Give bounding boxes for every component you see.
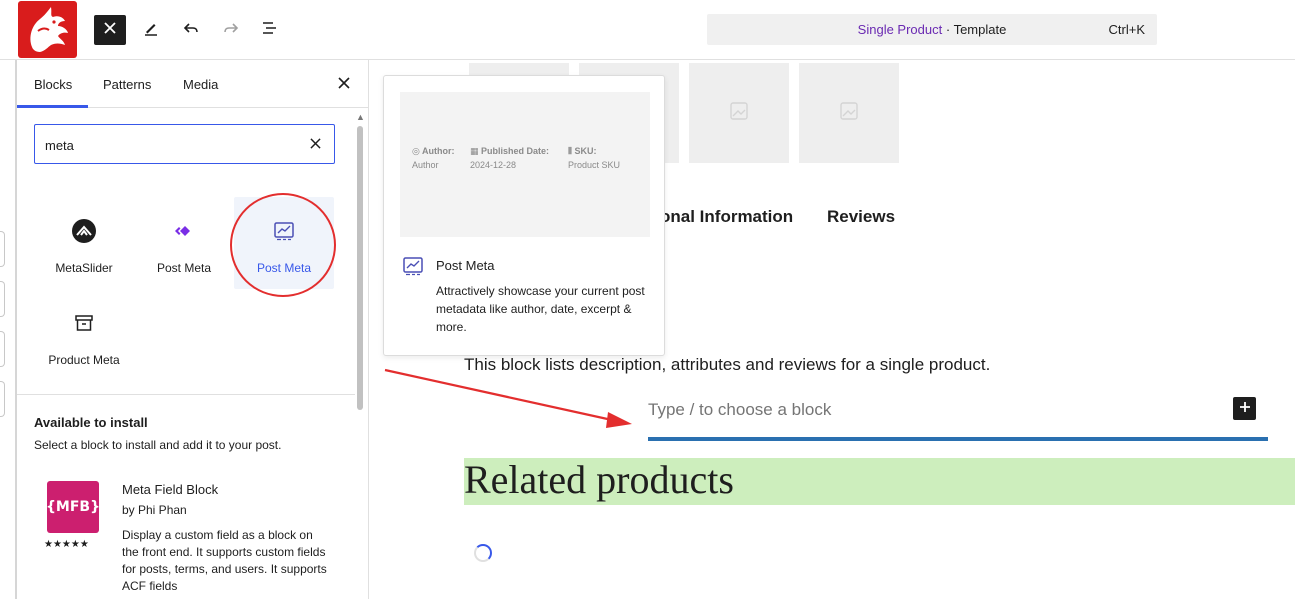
block-result-metaslider[interactable]: MetaSlider [34, 197, 134, 289]
search-input[interactable] [45, 136, 285, 154]
editor-header: Single Product · Template Ctrl+K [0, 0, 1295, 60]
edge-handle[interactable] [0, 231, 5, 267]
redo-button[interactable] [216, 15, 246, 45]
image-placeholder-icon [729, 101, 749, 126]
block-result-label: Product Meta [48, 353, 120, 367]
command-palette-button[interactable]: Single Product · Template Ctrl+K [707, 14, 1157, 45]
title-separator: · [942, 22, 954, 37]
tab-patterns[interactable]: Patterns [103, 77, 151, 92]
close-icon [309, 136, 321, 154]
install-section-subtitle: Select a block to install and add it to … [34, 438, 282, 452]
preview-meta-date: ▦ Published Date: 2024-12-28 [470, 146, 550, 170]
close-inserter-button[interactable] [94, 15, 126, 45]
related-products-heading: Related products [464, 457, 734, 502]
block-result-label: MetaSlider [55, 261, 113, 275]
block-result-label: Post Meta [156, 261, 212, 275]
block-search [34, 124, 335, 164]
clear-search-button[interactable] [304, 134, 326, 156]
block-appender[interactable]: Type / to choose a block [648, 392, 1268, 442]
plus-icon [1239, 400, 1251, 418]
product-gallery-thumbnail[interactable] [689, 63, 789, 163]
pencil-icon [142, 19, 160, 42]
edge-handle[interactable] [0, 381, 5, 417]
plugin-rating-stars: ★★★★★ [44, 539, 89, 550]
calendar-icon: ▦ [470, 146, 482, 156]
appender-focus-line [648, 437, 1268, 441]
command-shortcut: Ctrl+K [1108, 22, 1145, 37]
appender-placeholder[interactable]: Type / to choose a block [648, 400, 831, 420]
loading-spinner-icon [474, 544, 492, 562]
edge-handle[interactable] [0, 281, 5, 317]
install-section-title: Available to install [34, 415, 148, 430]
plugin-description: Display a custom field as a block on the… [122, 528, 327, 593]
product-details-description: This block lists description, attributes… [464, 355, 991, 374]
plugin-name[interactable]: Meta Field Block [122, 482, 218, 497]
preview-block-title: Post Meta [436, 258, 495, 273]
block-inserter-panel: Blocks Patterns Media ▲ MetaSlider Post [17, 60, 369, 599]
preview-meta-author: ◎ Author: Author [412, 146, 455, 170]
undo-icon [182, 19, 200, 42]
tab-blocks[interactable]: Blocks [34, 77, 72, 92]
redo-icon [222, 19, 240, 42]
plugin-author: by Phi Phan [122, 503, 187, 517]
product-tab-additional-information[interactable]: onal Information [660, 207, 793, 227]
tools-button[interactable] [136, 15, 166, 45]
post-meta-chart-icon [402, 256, 423, 276]
site-logo-dragon-icon[interactable] [18, 1, 77, 58]
section-divider [17, 394, 355, 395]
metaslider-icon [72, 219, 96, 243]
edge-handle[interactable] [0, 331, 5, 367]
tab-media[interactable]: Media [183, 77, 218, 92]
inserter-tabs: Blocks Patterns Media [17, 60, 368, 108]
user-icon: ◎ [412, 146, 423, 156]
annotation-circle [230, 193, 336, 297]
block-preview-thumbnail: ◎ Author: Author ▦ Published Date: 2024-… [400, 92, 650, 237]
undo-button[interactable] [176, 15, 206, 45]
scrollbar-thumb[interactable] [357, 126, 363, 410]
close-icon [338, 76, 350, 94]
close-panel-button[interactable] [333, 74, 355, 96]
meta-field-block-plugin-icon[interactable]: {MFB} [46, 481, 100, 533]
product-tab-reviews[interactable]: Reviews [827, 207, 895, 227]
image-placeholder-icon [839, 101, 859, 126]
template-type: Single Product [857, 22, 943, 37]
post-meta-diamond-icon [172, 219, 196, 243]
list-view-icon [261, 19, 279, 42]
block-preview-popover: ◎ Author: Author ▦ Published Date: 2024-… [383, 75, 665, 356]
product-gallery-thumbnail[interactable] [799, 63, 899, 163]
scroll-up-arrow-icon[interactable]: ▲ [356, 112, 365, 122]
preview-block-description: Attractively showcase your current post … [436, 284, 645, 334]
preview-meta-sku: ⦀ SKU: Product SKU [568, 146, 621, 170]
list-view-button[interactable] [255, 15, 285, 45]
related-products-block[interactable]: Related products [464, 458, 1295, 505]
block-result-product-meta[interactable]: Product Meta [34, 289, 134, 381]
template-label: Template [953, 22, 1007, 37]
block-result-post-meta[interactable]: Post Meta [134, 197, 234, 289]
active-tab-indicator [17, 105, 88, 108]
left-edge-strip [0, 60, 16, 599]
archive-box-icon [72, 311, 96, 335]
add-block-button[interactable] [1233, 397, 1256, 420]
document-title: Single Product · Template [707, 22, 1157, 37]
close-icon [104, 21, 116, 39]
